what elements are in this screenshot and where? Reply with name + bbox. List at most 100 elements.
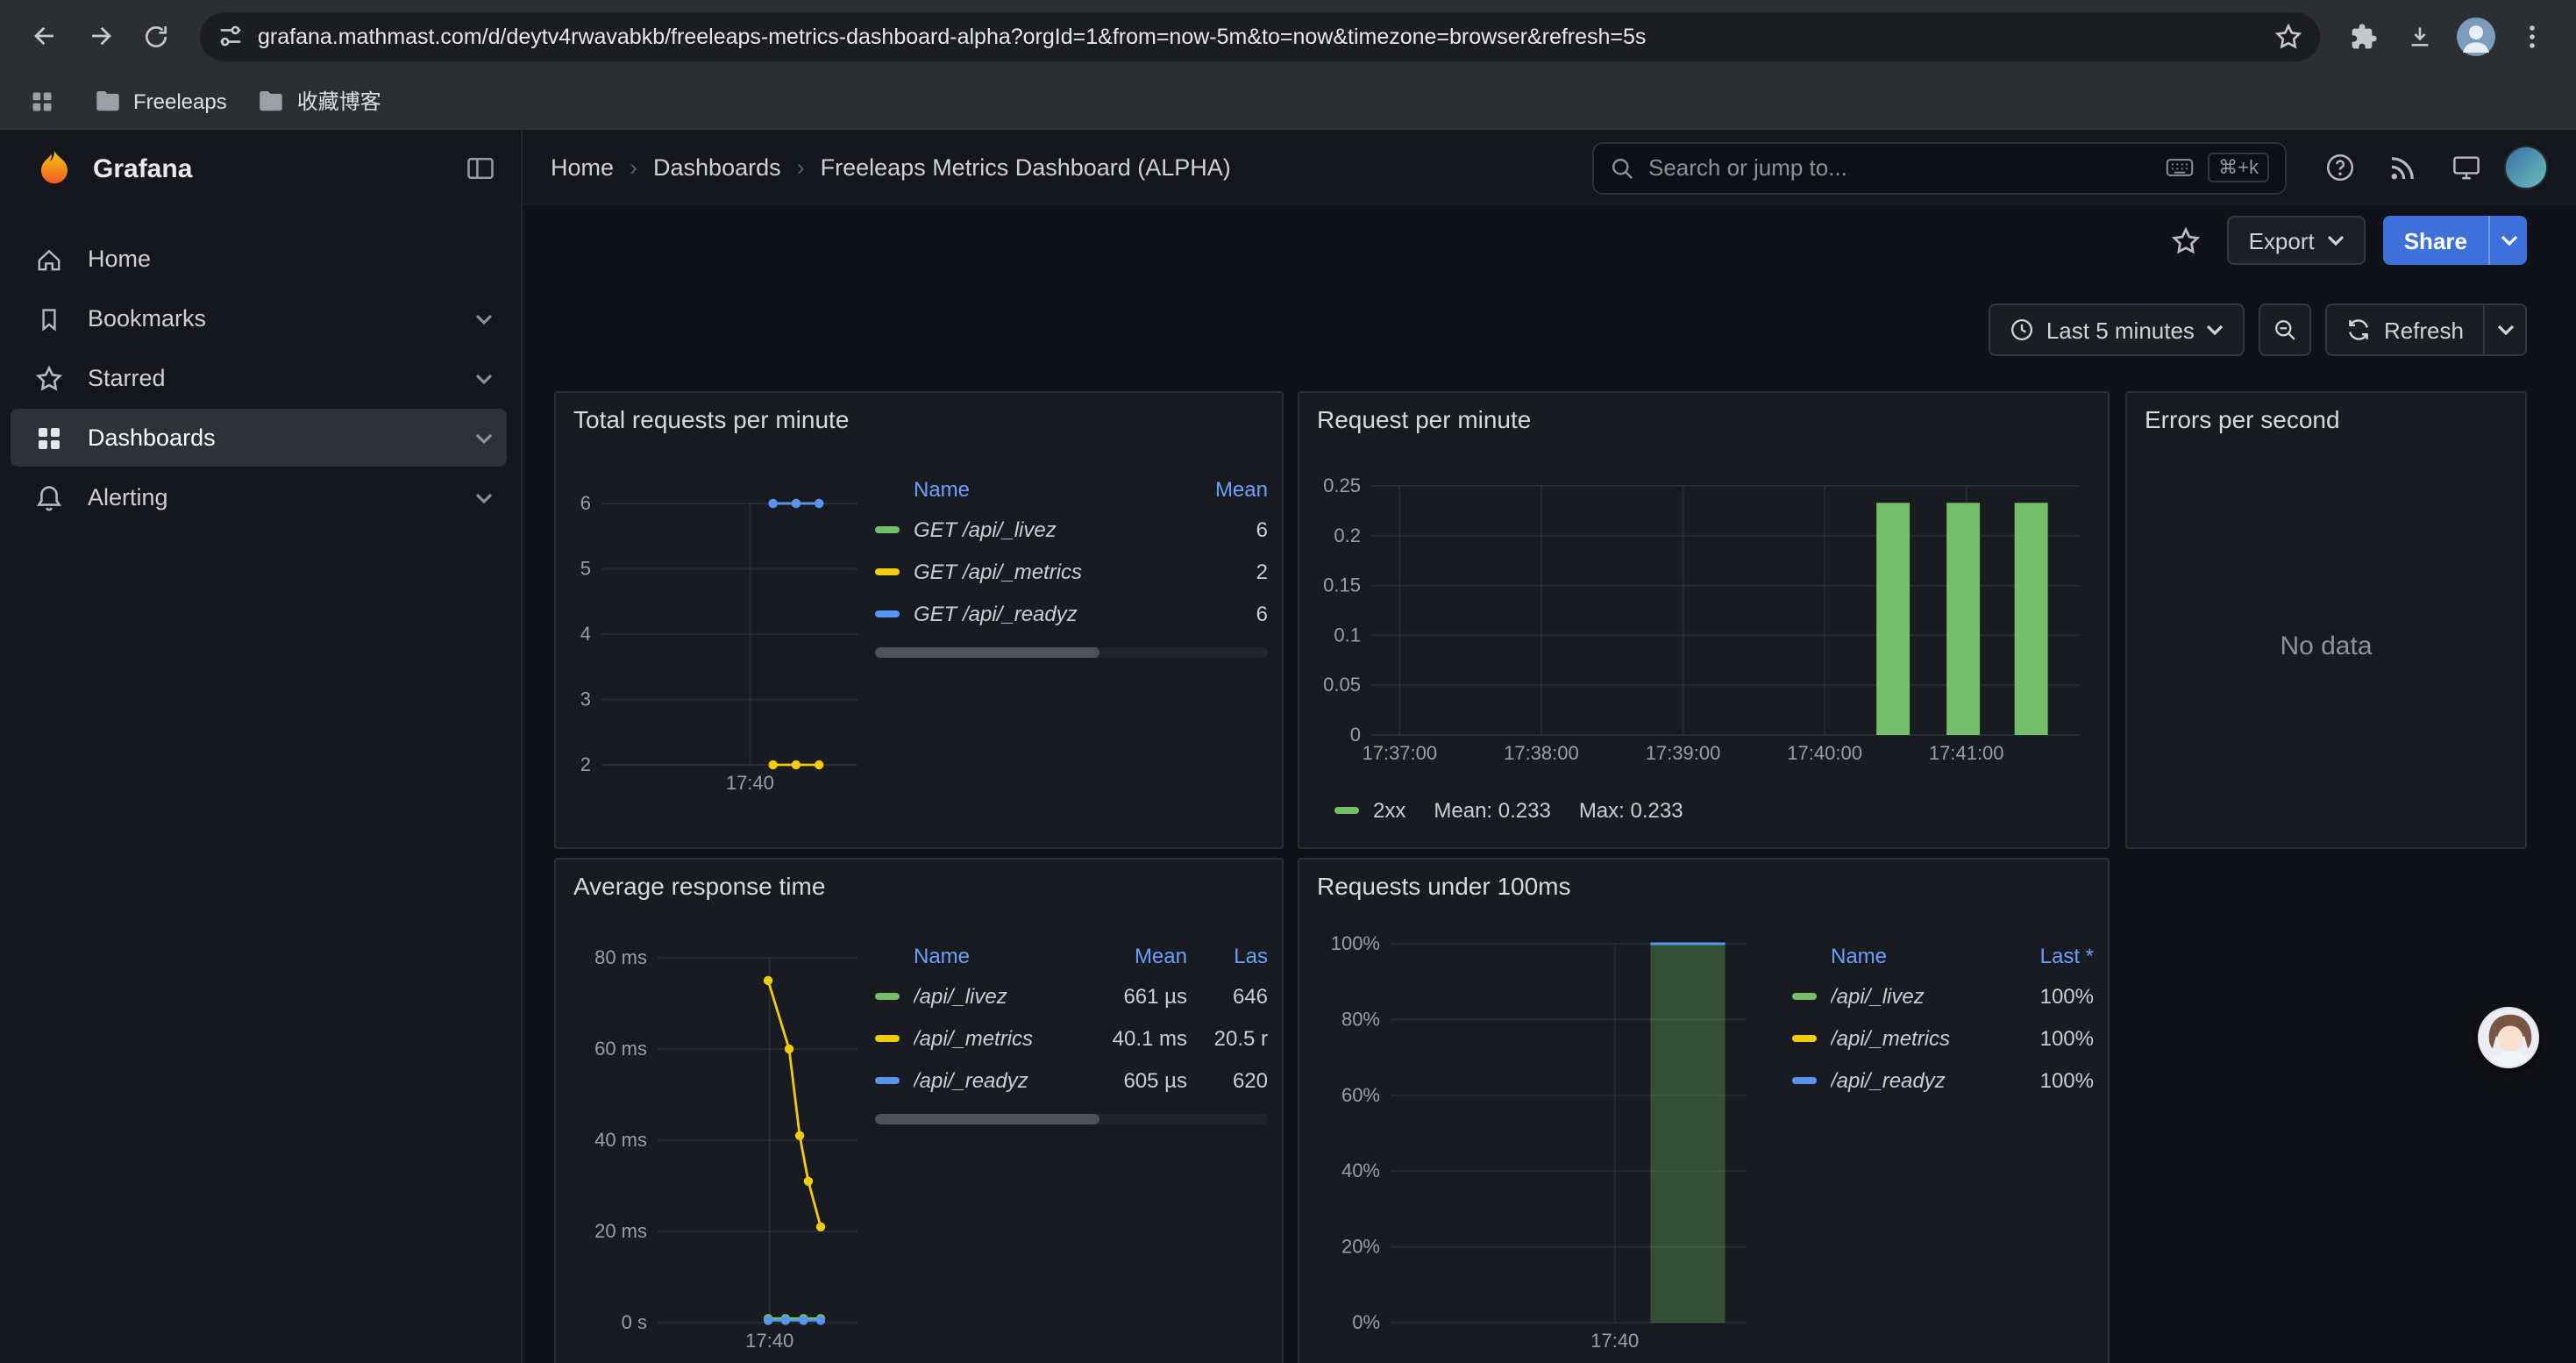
panel-total-requests-per-minute: Total requests per minute 2345617:40 Nam…: [554, 391, 1284, 849]
back-button[interactable]: [18, 10, 70, 62]
chevron-down-icon[interactable]: [475, 373, 493, 383]
search-input[interactable]: [1648, 154, 2152, 181]
bookmark-label: Freeleaps: [133, 89, 227, 113]
bookmark-folder-freeleaps[interactable]: Freeleaps: [95, 89, 227, 113]
legend-header-name[interactable]: Name: [1792, 944, 1996, 968]
favorite-dashboard-button[interactable]: [2161, 216, 2210, 265]
series-color-swatch: [875, 1077, 900, 1084]
extensions-button[interactable]: [2338, 10, 2390, 62]
refresh-interval-button[interactable]: [2483, 305, 2525, 354]
assistant-avatar[interactable]: [2478, 1007, 2539, 1068]
sidebar-item-bookmarks[interactable]: Bookmarks: [11, 289, 507, 347]
export-button[interactable]: Export: [2228, 216, 2366, 265]
svg-text:17:40: 17:40: [1590, 1330, 1639, 1352]
kiosk-mode-button[interactable]: [2441, 143, 2490, 192]
panel-title[interactable]: Average response time: [556, 860, 1282, 912]
legend-scrollbar[interactable]: [875, 647, 1268, 658]
sidebar-item-home[interactable]: Home: [11, 230, 507, 288]
chevron-down-icon[interactable]: [475, 492, 493, 503]
request-per-minute-chart[interactable]: 00.050.10.150.20.2517:37:0017:38:0017:39…: [1313, 446, 2097, 788]
svg-text:6: 6: [580, 492, 591, 514]
refresh-icon: [2347, 318, 2372, 342]
series-label[interactable]: 2xx: [1373, 798, 1405, 823]
sidebar-item-alerting[interactable]: Alerting: [11, 468, 507, 526]
svg-text:0.25: 0.25: [1323, 475, 1361, 496]
average-response-time-chart[interactable]: 0 s20 ms40 ms60 ms80 ms17:40: [570, 912, 868, 1363]
chevron-down-icon[interactable]: [475, 432, 493, 443]
panel-title[interactable]: Request per minute: [1299, 393, 2108, 446]
panel-title[interactable]: Total requests per minute: [556, 393, 1282, 446]
series-label[interactable]: GET /api/_readyz: [914, 602, 1170, 626]
series-label[interactable]: /api/_readyz: [1831, 1068, 1996, 1093]
svg-text:0 s: 0 s: [622, 1311, 647, 1333]
chevron-down-icon[interactable]: [475, 313, 493, 324]
home-icon: [35, 245, 63, 273]
zoom-out-time-button[interactable]: [2259, 303, 2312, 356]
monitor-icon: [2451, 153, 2480, 182]
bookmark-folder-blogs[interactable]: 收藏博客: [259, 86, 381, 116]
legend-row: GET /api/_livez 6: [875, 509, 1268, 551]
browser-menu-button[interactable]: [2506, 10, 2558, 62]
forward-button[interactable]: [74, 10, 126, 62]
search-box[interactable]: ⌘+k: [1592, 141, 2287, 194]
legend-header-last[interactable]: Last *: [1996, 944, 2094, 968]
series-label[interactable]: /api/_metrics: [914, 1026, 1078, 1051]
legend-inline: 2xx Mean: 0.233 Max: 0.233: [1313, 798, 2094, 823]
requests-under-100ms-chart[interactable]: 0%20%40%60%80%100%17:40: [1313, 912, 1778, 1363]
downloads-button[interactable]: [2394, 10, 2446, 62]
legend-scrollbar[interactable]: [875, 1114, 1268, 1124]
legend-header-last[interactable]: Las: [1187, 944, 1268, 968]
news-button[interactable]: [2378, 143, 2427, 192]
legend-row: /api/_livez 100%: [1792, 975, 2094, 1017]
browser-toolbar: [0, 0, 2576, 72]
legend-header-name[interactable]: Name: [875, 477, 1170, 502]
series-label[interactable]: /api/_livez: [914, 984, 1078, 1009]
refresh-button[interactable]: Refresh: [2328, 305, 2483, 354]
panel-title[interactable]: Requests under 100ms: [1299, 860, 2108, 912]
apps-shortcut-button[interactable]: [21, 80, 63, 122]
svg-text:20%: 20%: [1341, 1236, 1380, 1258]
share-menu-button[interactable]: [2488, 216, 2527, 265]
legend-scrollbar-thumb[interactable]: [875, 1114, 1099, 1124]
series-label[interactable]: /api/_livez: [1831, 984, 1996, 1009]
bookmark-star-icon[interactable]: [2274, 22, 2302, 50]
series-label[interactable]: GET /api/_metrics: [914, 560, 1170, 584]
url-input[interactable]: [258, 24, 2260, 48]
series-label[interactable]: GET /api/_livez: [914, 517, 1170, 542]
series-label[interactable]: /api/_readyz: [914, 1068, 1078, 1093]
search-icon: [1610, 155, 1634, 180]
legend-row: GET /api/_metrics 2: [875, 551, 1268, 593]
legend-scrollbar-thumb[interactable]: [875, 647, 1099, 658]
breadcrumb-dashboards[interactable]: Dashboards: [653, 154, 781, 181]
sidebar-item-dashboards[interactable]: Dashboards: [11, 409, 507, 467]
legend-header-name[interactable]: Name: [875, 944, 1078, 968]
user-avatar[interactable]: [2504, 146, 2548, 189]
legend-header-mean[interactable]: Mean: [1170, 477, 1268, 502]
sidebar-item-starred[interactable]: Starred: [11, 349, 507, 407]
legend-table: Name Last * /api/_livez 100% /api/_metri…: [1792, 937, 2094, 1363]
site-info-icon[interactable]: [217, 23, 244, 49]
time-range-label: Last 5 minutes: [2046, 317, 2195, 343]
help-icon: [2324, 153, 2354, 182]
rss-icon: [2388, 153, 2416, 182]
share-split-button: Share: [2383, 216, 2527, 265]
refresh-label: Refresh: [2384, 317, 2464, 343]
legend-header-mean[interactable]: Mean: [1078, 944, 1187, 968]
total-requests-chart[interactable]: 2345617:40: [570, 446, 868, 831]
breadcrumb-home[interactable]: Home: [551, 154, 614, 181]
svg-text:4: 4: [580, 623, 591, 645]
omnibox[interactable]: [200, 11, 2320, 61]
share-button[interactable]: Share: [2383, 216, 2488, 265]
grafana-sidebar: Grafana Home Bookmarks Starred: [0, 132, 523, 1363]
sidebar-toggle-icon[interactable]: [465, 153, 496, 184]
panel-title[interactable]: Errors per second: [2127, 393, 2525, 446]
series-color-swatch: [1792, 1077, 1817, 1084]
series-label[interactable]: /api/_metrics: [1831, 1026, 1996, 1051]
browser-profile-avatar[interactable]: [2450, 10, 2502, 62]
breadcrumb-current: Freeleaps Metrics Dashboard (ALPHA): [821, 154, 1231, 181]
series-last-value: 620: [1187, 1068, 1268, 1093]
help-button[interactable]: [2315, 143, 2364, 192]
time-range-picker[interactable]: Last 5 minutes: [1989, 303, 2245, 356]
star-outline-icon: [2171, 225, 2201, 255]
reload-button[interactable]: [130, 10, 182, 62]
